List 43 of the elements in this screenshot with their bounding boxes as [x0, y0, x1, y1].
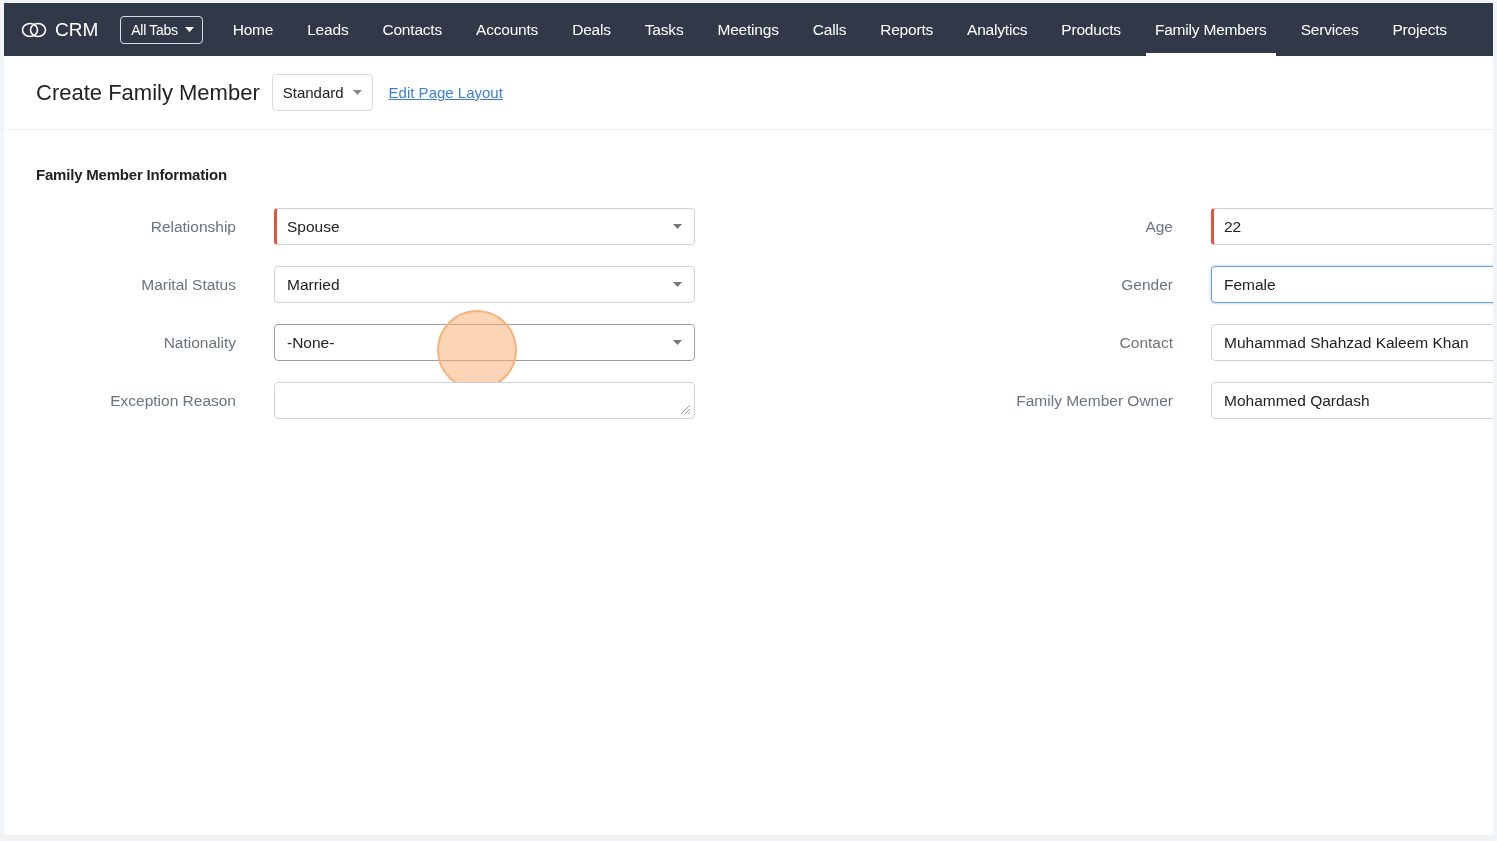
resize-grip-icon[interactable] [680, 404, 691, 415]
caret-icon [184, 27, 194, 32]
logo-icon [21, 21, 47, 38]
section-title: Family Member Information [36, 166, 228, 183]
dropdown-field[interactable]: Spouse [274, 208, 695, 245]
caret-icon [673, 224, 682, 229]
textarea-field[interactable] [274, 382, 695, 419]
page-title: Create Family Member [36, 79, 260, 106]
nav-tab[interactable]: Family Members [1145, 3, 1276, 56]
layout-dropdown[interactable]: Standard [271, 74, 373, 111]
field-label: Exception Reason [109, 391, 236, 410]
caret-icon [673, 340, 682, 345]
nav-tab[interactable]: Projects [1383, 3, 1456, 56]
app-name: CRM [55, 18, 99, 41]
field-label: Nationality [162, 333, 236, 352]
field-label: Gender [1120, 275, 1173, 294]
nav-tab[interactable]: Reports [871, 3, 943, 56]
nav-tab[interactable]: Leads [298, 3, 358, 56]
field-label: Relationship [149, 217, 236, 236]
input-field[interactable]: Mohammed Qardash [1211, 382, 1493, 419]
nav-tab[interactable]: Home [223, 3, 283, 56]
nav-tab[interactable]: Meetings [708, 3, 788, 56]
nav-tab[interactable]: Deals [563, 3, 620, 56]
nav-tab[interactable]: Services [1291, 3, 1368, 56]
input-field[interactable]: Muhammad Shahzad Kaleem Khan [1211, 324, 1493, 361]
nav-tab[interactable]: Analytics [958, 3, 1037, 56]
dropdown-field[interactable]: Married [274, 266, 695, 303]
nav-tab[interactable]: Contacts [373, 3, 451, 56]
nav-tab[interactable]: Tasks [635, 3, 693, 56]
field-label: Age [1144, 217, 1173, 236]
input-field[interactable]: Female [1211, 266, 1493, 303]
dropdown-field[interactable]: -None- [274, 324, 695, 361]
field-label: Contact [1118, 333, 1173, 352]
field-label: Marital Status [140, 275, 236, 294]
nav-tab[interactable]: Products [1052, 3, 1130, 56]
all-tabs-button[interactable]: All Tabs [120, 15, 203, 44]
field-label: Family Member Owner [1015, 391, 1173, 410]
nav-tab[interactable]: Calls [803, 3, 856, 56]
edit-page-layout-link[interactable]: Edit Page Layout [388, 84, 503, 101]
input-field[interactable]: 22 [1211, 208, 1493, 245]
caret-icon [673, 282, 682, 287]
caret-icon [352, 90, 362, 95]
nav-tab[interactable]: Accounts [467, 3, 548, 56]
